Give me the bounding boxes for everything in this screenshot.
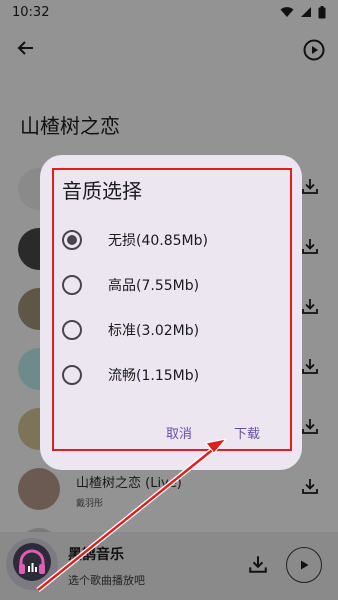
- download-icon: [301, 237, 319, 259]
- option-label: 流畅(1.15Mb): [108, 368, 200, 384]
- option-label: 高品(7.55Mb): [108, 278, 200, 294]
- status-icons: [280, 5, 326, 19]
- quality-dialog: 音质选择 无损(40.85Mb) 高品(7.55Mb) 标准(3.02Mb) 流…: [40, 155, 302, 470]
- arrow-left-icon: [17, 39, 35, 61]
- app-logo: [6, 538, 58, 590]
- download-icon: [301, 357, 319, 379]
- play-circle-icon: [302, 39, 326, 66]
- signal-icon: [300, 6, 312, 18]
- download-icon: [301, 477, 319, 499]
- battery-icon: [318, 5, 326, 19]
- player-subtitle: 选个歌曲播放吧: [68, 574, 145, 587]
- song-title: 山楂树之恋 (Live): [76, 476, 182, 491]
- status-time: 10:32: [12, 4, 50, 20]
- play-button[interactable]: [286, 547, 322, 583]
- play-icon: [298, 556, 310, 575]
- back-button[interactable]: [14, 38, 38, 62]
- option-label: 无损(40.85Mb): [108, 233, 208, 249]
- radio-selected[interactable]: [62, 230, 82, 250]
- mini-player[interactable]: 黑鹊音乐 选个歌曲播放吧: [0, 532, 338, 600]
- confirm-download-button[interactable]: 下载: [234, 423, 260, 442]
- option-label: 标准(3.02Mb): [108, 323, 200, 339]
- quality-option-high[interactable]: 高品(7.55Mb): [62, 270, 282, 300]
- dialog-title: 音质选择: [62, 179, 142, 203]
- player-download-button[interactable]: [248, 554, 272, 578]
- download-icon: [301, 297, 319, 319]
- play-all-button[interactable]: [302, 38, 326, 62]
- wifi-icon: [280, 6, 294, 18]
- download-icon: [248, 556, 268, 578]
- quality-option-smooth[interactable]: 流畅(1.15Mb): [62, 360, 282, 390]
- radio-unselected[interactable]: [62, 320, 82, 340]
- radio-unselected[interactable]: [62, 275, 82, 295]
- download-icon: [301, 177, 319, 199]
- download-button[interactable]: [298, 476, 322, 500]
- headphones-icon: [12, 542, 52, 586]
- song-artist: 戴羽彤: [76, 499, 104, 509]
- top-app-bar: [0, 32, 338, 68]
- page-title: 山楂树之恋: [20, 114, 120, 138]
- radio-unselected[interactable]: [62, 365, 82, 385]
- download-icon: [301, 417, 319, 439]
- cancel-button[interactable]: 取消: [166, 423, 192, 442]
- app-screen: 10:32 山楂树之恋 山楂树之恋 (Live) 戴羽彤 黑鹊音乐 选个歌曲播放…: [0, 0, 338, 600]
- song-cover: [18, 468, 60, 510]
- status-bar: 10:32: [0, 0, 338, 24]
- quality-option-standard[interactable]: 标准(3.02Mb): [62, 315, 282, 345]
- quality-option-lossless[interactable]: 无损(40.85Mb): [62, 225, 282, 255]
- player-title: 黑鹊音乐: [68, 547, 124, 563]
